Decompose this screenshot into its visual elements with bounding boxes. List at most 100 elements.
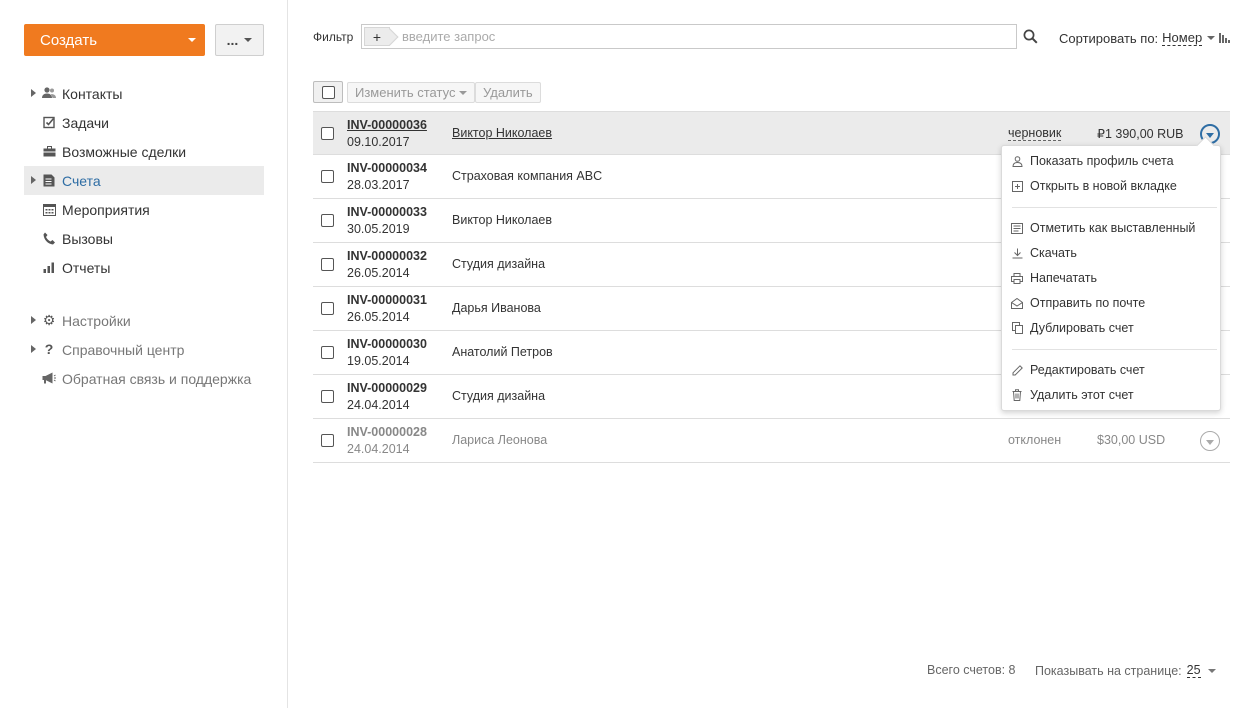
secondary-nav: ⚙ Настройки ? Справочный центр Обратная …: [24, 306, 264, 393]
invoice-number[interactable]: INV-00000028: [347, 425, 427, 439]
invoice-client[interactable]: Лариса Леонова: [452, 433, 547, 447]
invoice-number[interactable]: INV-00000029: [347, 381, 427, 395]
per-page-label: Показывать на странице:: [1035, 663, 1182, 678]
invoice-client[interactable]: Студия дизайна: [452, 257, 545, 271]
per-page-select[interactable]: 25: [1186, 663, 1201, 678]
profile-icon: [1011, 155, 1023, 167]
row-checkbox[interactable]: [321, 390, 334, 403]
chevron-down-icon: [244, 38, 253, 42]
menu-item-label: Удалить этот счет: [1030, 388, 1134, 402]
menu-item-duplicate[interactable]: Дублировать счет: [1002, 317, 1220, 339]
add-filter-button[interactable]: +: [364, 27, 390, 46]
menu-item-label: Показать профиль счета: [1030, 154, 1174, 168]
sidebar-item-contacts[interactable]: Контакты: [24, 79, 264, 108]
sidebar-item-reports[interactable]: Отчеты: [24, 253, 264, 282]
reports-icon: [42, 260, 56, 274]
search-icon[interactable]: [1023, 29, 1038, 44]
invoice-client[interactable]: Виктор Николаев: [452, 126, 552, 140]
chevron-down-icon[interactable]: [1207, 36, 1216, 40]
menu-item-show-profile[interactable]: Показать профиль счета: [1002, 150, 1220, 172]
create-button-label: Создать: [40, 31, 98, 49]
sidebar-item-settings[interactable]: ⚙ Настройки: [24, 306, 264, 335]
expand-arrow-icon[interactable]: [31, 345, 36, 353]
more-actions-button[interactable]: ...: [215, 24, 264, 56]
row-checkbox[interactable]: [321, 346, 334, 359]
megaphone-icon: [42, 371, 56, 385]
menu-item-open-new-tab[interactable]: Открыть в новой вкладке: [1002, 175, 1220, 197]
chevron-down-icon[interactable]: [1207, 668, 1216, 673]
sidebar-item-label: Настройки: [62, 312, 131, 329]
sidebar-item-label: Обратная связь и поддержка: [62, 370, 252, 387]
contacts-icon: [42, 86, 56, 100]
row-menu-toggle[interactable]: [1200, 431, 1220, 451]
sidebar-item-invoices[interactable]: Счета: [24, 166, 264, 195]
invoice-number[interactable]: INV-00000033: [347, 205, 427, 219]
edit-icon: [1011, 364, 1023, 376]
sort-field-select[interactable]: Номер: [1162, 30, 1203, 46]
invoice-number[interactable]: INV-00000031: [347, 293, 427, 307]
delete-button[interactable]: Удалить: [475, 82, 541, 103]
invoice-client[interactable]: Виктор Николаев: [452, 213, 552, 227]
row-checkbox[interactable]: [321, 434, 334, 447]
checkbox[interactable]: [321, 85, 335, 99]
invoice-status[interactable]: черновик: [1008, 126, 1062, 141]
invoice-number[interactable]: INV-00000034: [347, 161, 427, 175]
invoice-total-count: Всего счетов: 8: [927, 663, 1016, 677]
menu-item-delete[interactable]: Удалить этот счет: [1002, 384, 1220, 406]
menu-item-mark-sent[interactable]: Отметить как выставленный: [1002, 217, 1220, 239]
menu-item-download[interactable]: Скачать: [1002, 242, 1220, 264]
invoice-date: 24.04.2014: [347, 398, 410, 412]
select-all-checkbox[interactable]: [313, 81, 343, 103]
row-checkbox[interactable]: [321, 302, 334, 315]
row-checkbox[interactable]: [321, 214, 334, 227]
table-row[interactable]: INV-00000028 24.04.2014 Лариса Леонова о…: [313, 419, 1230, 463]
expand-arrow-icon[interactable]: [31, 176, 36, 184]
print-icon: [1011, 272, 1023, 284]
filter-label: Фильтр: [313, 30, 354, 44]
menu-item-send-email[interactable]: Отправить по почте: [1002, 292, 1220, 314]
sidebar-item-label: Возможные сделки: [62, 143, 187, 160]
row-checkbox[interactable]: [321, 170, 334, 183]
sidebar-item-help-center[interactable]: ? Справочный центр: [24, 335, 264, 364]
menu-item-edit[interactable]: Редактировать счет: [1002, 359, 1220, 381]
menu-item-label: Отметить как выставленный: [1030, 221, 1196, 235]
menu-divider: [1012, 207, 1217, 208]
sidebar-item-label: Задачи: [62, 114, 110, 131]
change-status-label: Изменить статус: [355, 85, 456, 100]
main-nav: Контакты Задачи Возможные сделки Счета М…: [24, 79, 264, 282]
mark-sent-icon: [1011, 222, 1023, 234]
sort-order-icon[interactable]: [1219, 33, 1231, 43]
invoice-client[interactable]: Дарья Иванова: [452, 301, 541, 315]
invoice-date: 19.05.2014: [347, 354, 410, 368]
invoice-number[interactable]: INV-00000032: [347, 249, 427, 263]
invoice-date: 26.05.2014: [347, 310, 410, 324]
expand-arrow-icon[interactable]: [31, 89, 36, 97]
sidebar-item-label: Мероприятия: [62, 201, 150, 218]
create-button[interactable]: Создать: [24, 24, 205, 56]
menu-item-print[interactable]: Напечатать: [1002, 267, 1220, 289]
invoice-number[interactable]: INV-00000036: [347, 118, 427, 132]
trash-icon: [1011, 389, 1023, 401]
sidebar-item-tasks[interactable]: Задачи: [24, 108, 264, 137]
sidebar-item-feedback[interactable]: Обратная связь и поддержка: [24, 364, 264, 393]
filter-input[interactable]: [402, 29, 982, 44]
sidebar-item-calls[interactable]: Вызовы: [24, 224, 264, 253]
row-checkbox[interactable]: [321, 258, 334, 271]
menu-item-label: Напечатать: [1030, 271, 1097, 285]
menu-divider: [1012, 349, 1217, 350]
sidebar-item-deals[interactable]: Возможные сделки: [24, 137, 264, 166]
chevron-down-icon: [1206, 132, 1214, 138]
invoice-client[interactable]: Студия дизайна: [452, 389, 545, 403]
sidebar-item-events[interactable]: Мероприятия: [24, 195, 264, 224]
expand-arrow-icon[interactable]: [31, 316, 36, 324]
invoice-client[interactable]: Анатолий Петров: [452, 345, 553, 359]
invoice-number[interactable]: INV-00000030: [347, 337, 427, 351]
row-checkbox[interactable]: [321, 127, 334, 140]
sidebar-item-label: Вызовы: [62, 230, 113, 247]
sort-control: Сортировать по: Номер: [1059, 30, 1231, 46]
invoices-icon: [42, 173, 56, 187]
invoice-client[interactable]: Страховая компания ABC: [452, 169, 602, 183]
phone-icon: [42, 231, 56, 245]
change-status-button[interactable]: Изменить статус: [347, 82, 476, 103]
menu-item-label: Открыть в новой вкладке: [1030, 179, 1177, 193]
